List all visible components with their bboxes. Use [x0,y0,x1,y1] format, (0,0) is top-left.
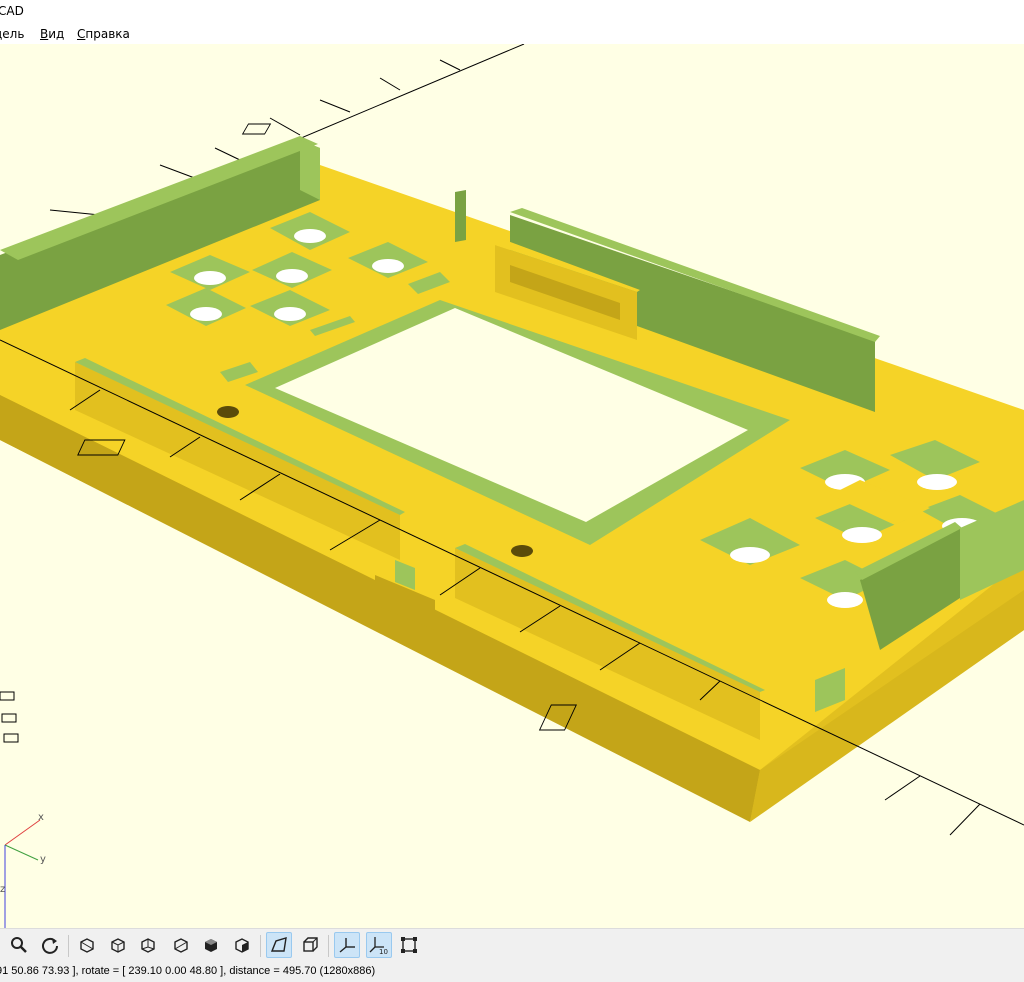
zoom-icon[interactable] [6,932,32,958]
view-toolbar: 10 [0,928,1024,963]
menu-design[interactable]: дель [0,27,24,41]
show-edges-icon[interactable] [396,932,422,958]
view-bottom-icon[interactable] [135,932,161,958]
status-bar: 91 50.86 73.93 ], rotate = [ 239.10 0.00… [0,962,1024,982]
axis-y-label: y [40,854,46,865]
reset-view-icon[interactable] [37,932,63,958]
axis-x-label: x [38,812,44,823]
view-back-icon[interactable] [229,932,255,958]
view-top-icon[interactable] [105,932,131,958]
view-left-icon[interactable] [168,932,194,958]
menu-view[interactable]: Вид [40,27,64,41]
title-bar: CAD [0,0,1024,22]
mount-hole-center [511,545,533,557]
window-title: CAD [0,4,24,18]
view-front-icon[interactable] [198,932,224,958]
svg-text:10: 10 [379,948,388,955]
view-right-icon[interactable] [74,932,100,958]
mount-hole-left [217,406,239,418]
show-axes-icon[interactable] [334,932,360,958]
viewport-status-text: 91 50.86 73.93 ], rotate = [ 239.10 0.00… [0,965,376,977]
perspective-icon[interactable] [266,932,292,958]
show-scale-markers-icon[interactable]: 10 [366,932,392,958]
3d-viewport[interactable]: x y z [0,44,1024,928]
menu-bar: дель Вид Справка [0,22,1024,45]
orthogonal-icon[interactable] [297,932,323,958]
menu-help[interactable]: Справка [77,27,130,41]
model-render[interactable]: x y z [0,44,1024,928]
axis-z-label: z [0,884,5,895]
